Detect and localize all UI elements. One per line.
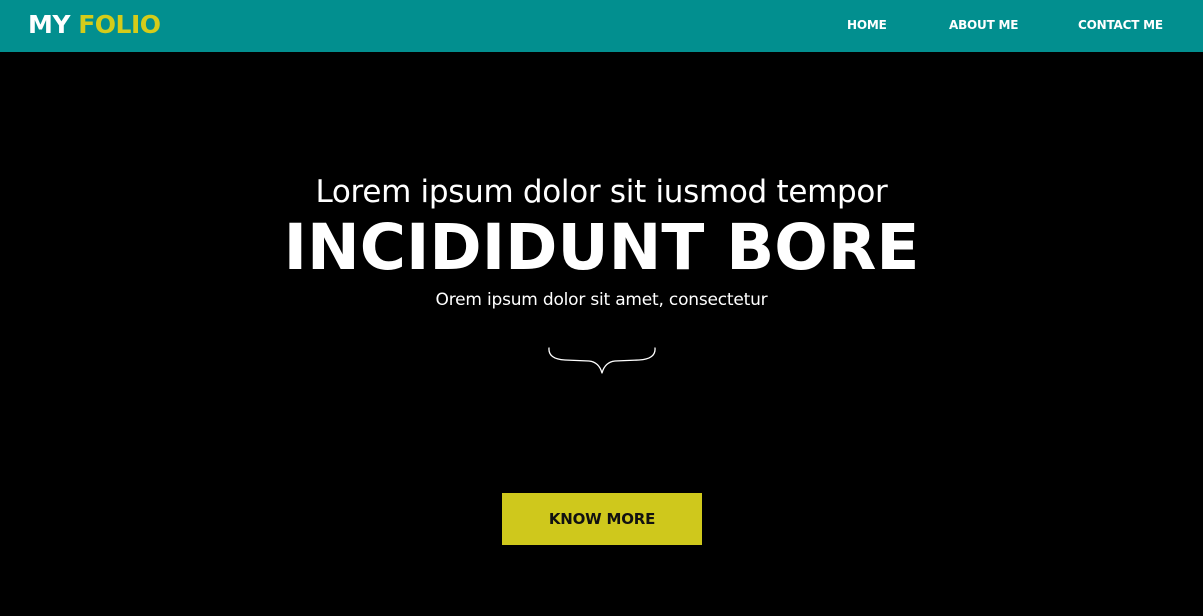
brand-word-folio: FOLIO <box>78 10 161 39</box>
nav-link-about-me[interactable]: ABOUT ME <box>949 17 1018 33</box>
hero-headline: INCIDIDUNT BORE <box>283 211 920 284</box>
nav-link-contact-me[interactable]: CONTACT ME <box>1078 17 1163 33</box>
curly-brace-icon <box>548 347 656 374</box>
brand-logo[interactable]: MY FOLIO <box>28 9 161 41</box>
brand-word-my: MY <box>28 10 70 39</box>
hero-section: Lorem ipsum dolor sit iusmod tempor INCI… <box>0 52 1203 616</box>
hero-subline: Orem ipsum dolor sit amet, consectetur <box>435 290 768 310</box>
hero-tagline: Lorem ipsum dolor sit iusmod tempor <box>315 174 888 210</box>
navbar: MY FOLIO HOME ABOUT ME CONTACT ME <box>0 0 1203 52</box>
nav-link-home[interactable]: HOME <box>847 17 887 33</box>
know-more-button[interactable]: KNOW MORE <box>502 493 702 545</box>
